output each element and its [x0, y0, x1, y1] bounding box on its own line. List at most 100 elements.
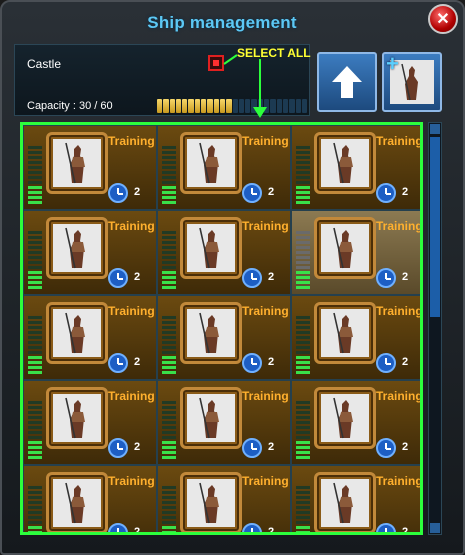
knight-portrait-icon [53, 479, 101, 527]
strength-bar [28, 286, 42, 289]
unit-card[interactable]: Training 2 [157, 380, 291, 465]
unit-card[interactable]: Training 2 [23, 210, 157, 295]
add-unit-button[interactable]: + [382, 52, 442, 112]
strength-bar [296, 426, 310, 429]
scroll-thumb[interactable] [430, 137, 440, 317]
knight-portrait-icon [187, 139, 235, 187]
capacity-segment [270, 99, 276, 113]
strength-bar [162, 251, 176, 254]
strength-bar [162, 416, 176, 419]
strength-bar [296, 506, 310, 509]
strength-bar [28, 281, 42, 284]
strength-bar [28, 441, 42, 444]
strength-bar [296, 491, 310, 494]
strength-bar [296, 526, 310, 529]
unit-card[interactable]: Training 2 [291, 125, 420, 210]
scroll-up-button[interactable] [430, 124, 440, 134]
unit-status-label: Training [376, 219, 423, 233]
strength-bar [162, 326, 176, 329]
unit-card[interactable]: Training 2 [23, 380, 157, 465]
strength-bar [296, 266, 310, 269]
unit-status-label: Training [242, 474, 289, 488]
strength-bar [28, 181, 42, 184]
strength-bar [162, 146, 176, 149]
strength-bar [296, 441, 310, 444]
strength-bar [28, 196, 42, 199]
unit-status-label: Training [376, 474, 423, 488]
unit-card[interactable]: Training 2 [291, 295, 420, 380]
capacity-segment [251, 99, 257, 113]
strength-bar [162, 331, 176, 334]
unit-card[interactable]: Training 2 [291, 465, 423, 532]
capacity-segment [194, 99, 201, 113]
strength-bar [296, 326, 310, 329]
capacity-label: Capacity : 30 / 60 [27, 100, 113, 112]
strength-bar [28, 146, 42, 149]
strength-bar [28, 411, 42, 414]
unit-card[interactable]: Training 2 [157, 295, 291, 380]
strength-bar [296, 361, 310, 364]
strength-bar [162, 406, 176, 409]
clock-icon [108, 268, 128, 288]
capacity-segment [213, 99, 219, 113]
clock-icon [108, 353, 128, 373]
unit-card[interactable]: Training 2 [291, 380, 423, 465]
unit-card[interactable]: Training 2 [291, 210, 423, 295]
unit-card[interactable]: Training 2 [23, 465, 157, 532]
move-up-button[interactable] [317, 52, 377, 112]
knight-portrait-icon [53, 139, 101, 187]
unit-card[interactable]: Training 2 [23, 125, 157, 210]
strength-bar [296, 411, 310, 414]
unit-card[interactable]: Training 2 [23, 295, 157, 380]
unit-portrait [314, 387, 376, 449]
title-bar: Ship management [12, 6, 432, 40]
strength-bar [28, 526, 42, 529]
unit-strength-bars [296, 217, 310, 289]
unit-strength-bars [162, 472, 176, 532]
unit-strength-bars [162, 217, 176, 289]
strength-bar [296, 281, 310, 284]
clock-icon [242, 353, 262, 373]
strength-bar [28, 361, 42, 364]
strength-bar [28, 486, 42, 489]
strength-bar [296, 496, 310, 499]
close-button[interactable]: ✕ [428, 4, 458, 34]
unit-status-label: Training [376, 389, 423, 403]
capacity-segment [301, 99, 308, 113]
capacity-segment [157, 99, 163, 113]
select-all-checkbox[interactable] [208, 55, 224, 71]
unit-card[interactable]: Training 2 [157, 125, 291, 210]
strength-bar [28, 491, 42, 494]
strength-bar [162, 161, 176, 164]
strength-bar [296, 196, 310, 199]
strength-bar [28, 186, 42, 189]
unit-card[interactable]: Training 2 [157, 465, 291, 532]
strength-bar [296, 156, 310, 159]
capacity-segment [245, 99, 251, 113]
strength-bar [296, 401, 310, 404]
grid-scrollbar[interactable] [428, 122, 442, 535]
strength-bar [296, 186, 310, 189]
strength-bar [296, 181, 310, 184]
strength-bar [296, 246, 310, 249]
capacity-segment [188, 99, 194, 113]
unit-portrait [180, 387, 242, 449]
clock-icon [376, 268, 396, 288]
strength-bar [296, 191, 310, 194]
clock-icon [376, 438, 396, 458]
strength-bar [28, 321, 42, 324]
scroll-down-button[interactable] [430, 523, 440, 533]
unit-count-label: 2 [134, 186, 141, 198]
strength-bar [28, 521, 42, 524]
strength-bar [28, 191, 42, 194]
strength-bar [28, 356, 42, 359]
strength-bar [28, 166, 42, 169]
capacity-segment [169, 99, 175, 113]
strength-bar [296, 316, 310, 319]
unit-card[interactable]: Training 2 [157, 210, 291, 295]
unit-strength-bars [162, 387, 176, 459]
unit-count-label: 2 [268, 271, 275, 283]
strength-bar [28, 496, 42, 499]
strength-bar [162, 486, 176, 489]
strength-bar [28, 316, 42, 319]
